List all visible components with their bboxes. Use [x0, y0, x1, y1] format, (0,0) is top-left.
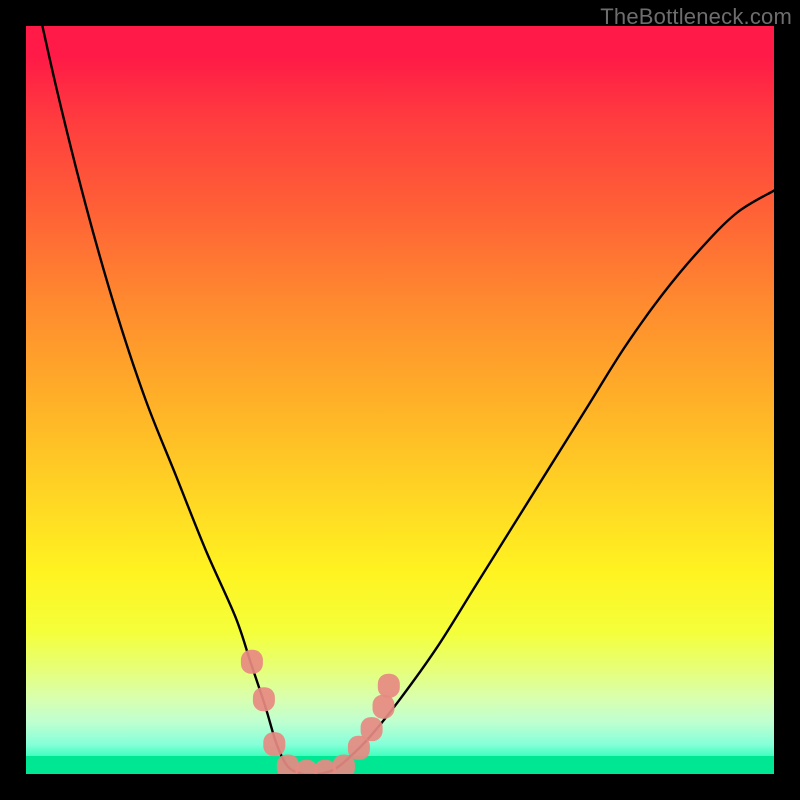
- heat-gradient-background: [26, 26, 774, 774]
- watermark-text: TheBottleneck.com: [600, 4, 792, 30]
- plot-area: [26, 26, 774, 774]
- chart-frame: TheBottleneck.com: [0, 0, 800, 800]
- optimal-zone-band: [26, 756, 774, 774]
